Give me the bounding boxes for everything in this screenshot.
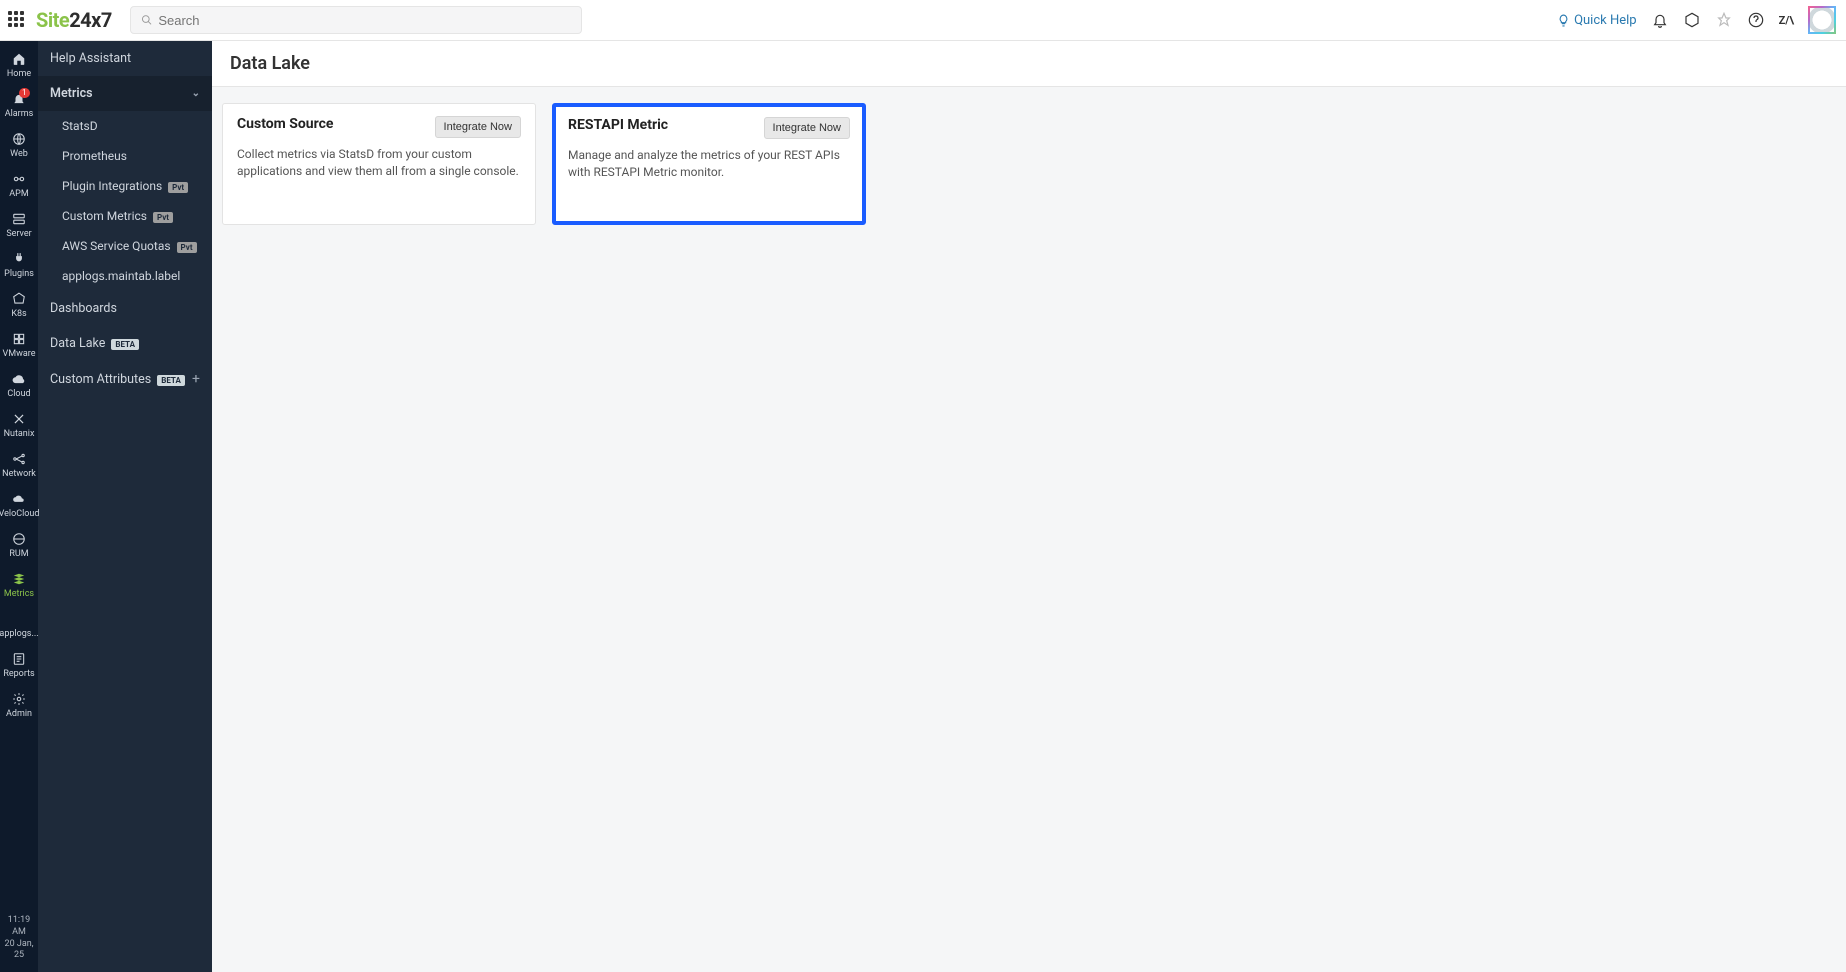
pvt-badge: Pvt [177,242,197,253]
rail-item-nutanix[interactable]: Nutanix [0,405,38,445]
vmware-icon [11,331,27,347]
plus-icon[interactable]: + [192,371,200,387]
hexagon-icon[interactable] [1683,11,1701,29]
rail-item-admin[interactable]: Admin [0,685,38,725]
beta-badge: BETA [157,375,185,386]
avatar[interactable] [1808,6,1836,34]
rail-item-plugins[interactable]: Plugins [0,245,38,285]
pin-icon[interactable] [1715,11,1733,29]
rail-clock: 11:19 AM 20 Jan, 25 [0,909,38,972]
left-rail: Home 1 Alarms Web APM Server Plugins K8s… [0,41,38,972]
k8s-icon [11,291,27,307]
cards-container: Custom Source Integrate Now Collect metr… [212,87,1846,241]
apps-grid-icon[interactable] [8,11,26,29]
pvt-badge: Pvt [168,182,188,193]
beta-badge: BETA [111,339,139,350]
chevron-down-icon: ⌄ [192,88,200,99]
search-input[interactable] [158,13,570,28]
bell-icon[interactable] [1651,11,1669,29]
sidepanel-data-lake[interactable]: Data LakeBETA [38,326,212,361]
network-icon [11,451,27,467]
card-custom-source: Custom Source Integrate Now Collect metr… [222,103,536,225]
rail-item-reports[interactable]: Reports [0,645,38,685]
alarm-badge: 1 [19,88,30,98]
quick-help-link[interactable]: Quick Help [1557,13,1637,28]
sidepanel: Help Assistant Metrics ⌄ StatsD Promethe… [38,41,212,972]
search-input-wrap[interactable] [130,6,582,34]
integrate-now-button[interactable]: Integrate Now [764,117,850,139]
zoho-badge[interactable]: Z/\ [1779,14,1794,27]
rail-item-alarms[interactable]: 1 Alarms [0,85,38,125]
card-title: Custom Source [237,116,333,132]
rail-item-k8s[interactable]: K8s [0,285,38,325]
help-icon[interactable] [1747,11,1765,29]
rail-item-server[interactable]: Server [0,205,38,245]
sidepanel-applogs-maintab[interactable]: applogs.maintab.label [38,261,212,291]
reports-icon [11,651,27,667]
sidepanel-custom-metrics[interactable]: Custom MetricsPvt [38,201,212,231]
bulb-icon [1557,14,1570,27]
sidepanel-help-assistant[interactable]: Help Assistant [38,41,212,76]
applogs-icon [11,611,27,627]
rail-item-metrics[interactable]: Metrics [0,565,38,605]
nutanix-icon [11,411,27,427]
integrate-now-button[interactable]: Integrate Now [435,116,521,138]
rail-item-vmware[interactable]: VMware [0,325,38,365]
rail-item-network[interactable]: Network [0,445,38,485]
sidepanel-custom-attributes[interactable]: Custom AttributesBETA + [38,361,212,397]
sidepanel-plugin-integrations[interactable]: Plugin IntegrationsPvt [38,171,212,201]
rail-item-applogs[interactable]: applogs... [0,605,38,645]
pvt-badge: Pvt [153,212,173,223]
rail-item-apm[interactable]: APM [0,165,38,205]
card-title: RESTAPI Metric [568,117,668,133]
card-description: Collect metrics via StatsD from your cus… [237,146,521,180]
rail-item-cloud[interactable]: Cloud [0,365,38,405]
search-icon [141,14,153,26]
metrics-icon [11,571,27,587]
plug-icon [11,251,27,267]
quick-help-label: Quick Help [1574,13,1637,28]
rum-icon [11,531,27,547]
sidepanel-prometheus[interactable]: Prometheus [38,141,212,171]
gear-icon [11,691,27,707]
sidepanel-statsd[interactable]: StatsD [38,111,212,141]
rail-item-web[interactable]: Web [0,125,38,165]
globe-icon [11,131,27,147]
rail-item-rum[interactable]: RUM [0,525,38,565]
server-icon [11,211,27,227]
home-icon [11,51,27,67]
apm-icon [11,171,27,187]
topbar: Site24x7 Quick Help Z/\ [0,0,1846,41]
velocloud-icon [11,491,27,507]
main-content: Data Lake Custom Source Integrate Now Co… [212,41,1846,972]
rail-item-home[interactable]: Home [0,45,38,85]
card-description: Manage and analyze the metrics of your R… [568,147,850,181]
logo[interactable]: Site24x7 [36,8,112,32]
rail-item-velocloud[interactable]: VeloCloud [0,485,38,525]
sidepanel-dashboards[interactable]: Dashboards [38,291,212,326]
card-restapi-metric: RESTAPI Metric Integrate Now Manage and … [552,103,866,225]
cloud-icon [11,371,27,387]
page-title: Data Lake [212,41,1846,87]
sidepanel-aws-service-quotas[interactable]: AWS Service QuotasPvt [38,231,212,261]
sidepanel-metrics-section[interactable]: Metrics ⌄ [38,76,212,111]
topbar-right: Quick Help Z/\ [1557,6,1836,34]
